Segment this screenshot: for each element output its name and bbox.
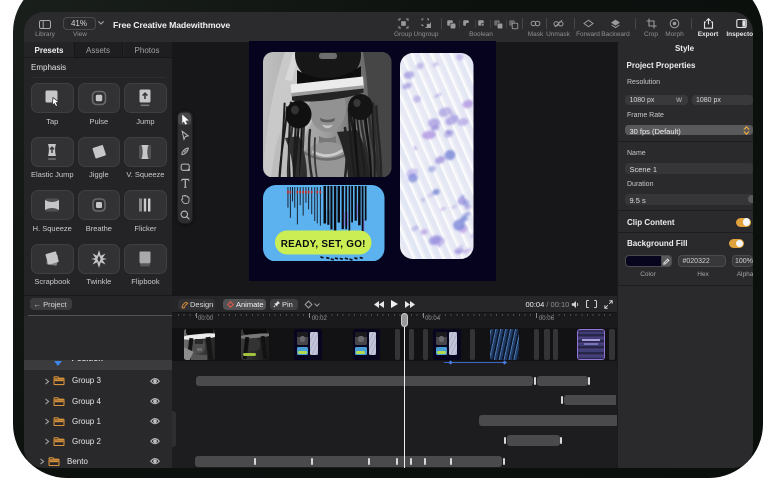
svg-text:READY, SET, GO!: READY, SET, GO! bbox=[281, 238, 366, 249]
